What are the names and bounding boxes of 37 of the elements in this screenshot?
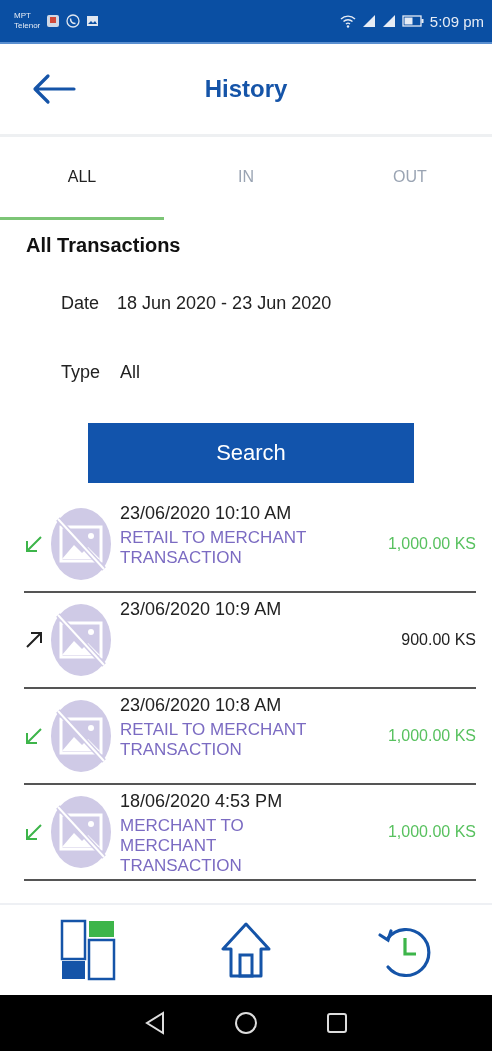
section-heading: All Transactions	[26, 234, 182, 257]
battery-icon	[401, 15, 424, 27]
recents-icon[interactable]	[326, 1012, 348, 1034]
placeholder-image-icon	[50, 699, 112, 773]
screen-title: History	[204, 75, 288, 103]
transaction-datetime: 18/06/2020 4:53 PM	[120, 791, 284, 812]
phone-notification-icon	[66, 14, 81, 28]
image-notification-icon	[86, 15, 100, 27]
transaction-description: RETAIL TO MERCHANT TRANSACTION	[120, 720, 308, 760]
dashboard-icon[interactable]	[60, 919, 116, 981]
transaction-amount: 1,000.00 KS	[387, 823, 476, 841]
placeholder-image-icon	[50, 603, 112, 677]
placeholder-image-icon	[50, 795, 112, 869]
transaction-datetime: 23/06/2020 10:10 AM	[120, 503, 293, 524]
transaction-description: RETAIL TO MERCHANT TRANSACTION	[120, 528, 308, 568]
transaction-datetime: 23/06/2020 10:8 AM	[120, 695, 283, 716]
app-notification-icon	[46, 14, 61, 28]
placeholder-image-icon	[50, 507, 112, 581]
transaction-description: MERCHANT TO MERCHANT TRANSACTION	[120, 816, 245, 876]
back-icon[interactable]	[144, 1011, 166, 1035]
type-value[interactable]: All	[120, 362, 141, 383]
date-range-value[interactable]: 18 Jun 2020 - 23 Jun 2020	[117, 293, 332, 314]
transaction-amount: 1,000.00 KS	[387, 535, 476, 553]
search-button[interactable]: Search	[88, 423, 414, 483]
transaction-datetime: 23/06/2020 10:9 AM	[120, 599, 283, 620]
carrier-name: MPT	[14, 11, 32, 21]
date-label: Date	[61, 293, 100, 314]
type-label: Type	[61, 362, 101, 383]
home-icon[interactable]	[220, 921, 272, 979]
transaction-amount: 900.00 KS	[401, 631, 476, 649]
wifi-icon	[339, 14, 356, 28]
back-arrow-icon[interactable]	[32, 73, 76, 105]
carrier-name: Telenor	[14, 21, 41, 31]
status-time: 5:09 pm	[429, 12, 484, 30]
signal-icon	[381, 14, 396, 28]
signal-icon	[361, 14, 376, 28]
transaction-amount: 1,000.00 KS	[387, 727, 476, 745]
